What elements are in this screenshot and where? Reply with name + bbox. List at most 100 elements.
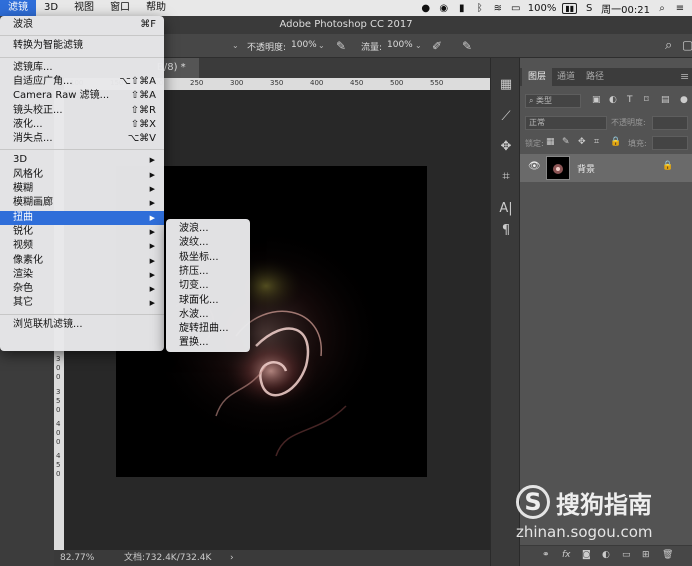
adjustment-filter-icon[interactable]: ◐ xyxy=(609,95,617,105)
opacity-dropdown-chevron-icon[interactable]: ⌄ xyxy=(318,41,325,50)
lock-position-icon[interactable]: ✥ xyxy=(578,137,586,147)
filter-menu-item[interactable]: 波浪 ⌘F xyxy=(0,18,164,32)
mode-dropdown-chevron-icon[interactable]: ⌄ xyxy=(232,41,239,50)
menu-window[interactable]: 窗口 xyxy=(102,0,138,16)
microphone-icon[interactable]: ▮ xyxy=(456,3,468,14)
link-layers-icon[interactable]: ⚭ xyxy=(542,550,550,560)
filter-kind-label: 类型 xyxy=(536,96,553,105)
filter-menu-item[interactable]: 模糊 ▶ xyxy=(0,182,164,196)
input-method-icon[interactable]: S xyxy=(583,3,595,14)
distort-submenu-item[interactable]: 水波... xyxy=(166,308,250,322)
filter-menu-item[interactable]: 视频 ▶ xyxy=(0,239,164,253)
filter-toggle-icon[interactable]: ● xyxy=(680,95,688,105)
layer-row[interactable]: 👁 背景 🔒 xyxy=(520,154,692,182)
filter-menu-item[interactable]: Camera Raw 滤镜... ⇧⌘A xyxy=(0,89,164,103)
wechat-icon[interactable]: ◉ xyxy=(438,3,450,14)
filter-menu-item[interactable]: 模糊画廊 ▶ xyxy=(0,196,164,210)
filter-menu-item[interactable]: 其它 ▶ xyxy=(0,296,164,310)
filter-menu-item[interactable]: 自适应广角... ⌥⇧⌘A xyxy=(0,75,164,89)
status-menu-chevron-icon[interactable]: › xyxy=(230,550,234,566)
search-icon[interactable]: ⌕ xyxy=(665,38,672,53)
qq-icon[interactable]: ● xyxy=(420,3,432,14)
filter-menu-item[interactable]: 锐化 ▶ xyxy=(0,225,164,239)
layer-opacity-input[interactable] xyxy=(652,116,688,130)
distort-submenu-item[interactable]: 球面化... xyxy=(166,294,250,308)
lock-artboard-icon[interactable]: ⌗ xyxy=(594,137,599,147)
eye-visibility-icon[interactable]: 👁 xyxy=(528,161,541,172)
menu-filter[interactable]: 滤镜 xyxy=(0,0,36,16)
lock-transparent-icon[interactable]: ▦ xyxy=(546,137,555,147)
layer-thumbnail-art xyxy=(553,164,563,174)
tab-channels[interactable]: 通道 xyxy=(557,68,575,86)
flow-dropdown-chevron-icon[interactable]: ⌄ xyxy=(415,41,422,50)
lock-all-icon[interactable]: 🔒 xyxy=(610,137,621,147)
opacity-input[interactable]: 100% xyxy=(288,38,317,54)
type-filter-icon[interactable]: T xyxy=(627,95,633,105)
filter-menu-item[interactable]: 转换为智能滤镜 xyxy=(0,39,164,53)
notification-center-icon[interactable]: ≡ xyxy=(674,3,686,14)
layer-thumbnail xyxy=(546,156,570,180)
distort-submenu-item[interactable]: 波纹... xyxy=(166,236,250,250)
airplay-icon[interactable]: ▭ xyxy=(510,3,522,14)
battery-icon[interactable]: ▮▮ xyxy=(562,2,578,14)
smart-object-filter-icon[interactable]: ▤ xyxy=(661,95,670,105)
filter-menu-item[interactable]: 滤镜库... xyxy=(0,61,164,75)
filter-menu-item[interactable]: 3D ▶ xyxy=(0,153,164,167)
flow-input[interactable]: 100% xyxy=(384,38,413,54)
wifi-icon[interactable]: ≋ xyxy=(492,3,504,14)
zoom-level[interactable]: 82.77% xyxy=(60,550,94,566)
adjustment-layer-icon[interactable]: ◐ xyxy=(602,550,610,560)
bluetooth-icon[interactable]: ᛒ xyxy=(474,3,486,14)
fill-label: 填充: xyxy=(628,139,647,148)
distort-submenu-item[interactable]: 挤压... xyxy=(166,265,250,279)
filter-menu-item[interactable]: 渲染 ▶ xyxy=(0,268,164,282)
tab-layers[interactable]: 图层 xyxy=(522,68,553,86)
panel-menu-icon[interactable]: ≡ xyxy=(680,68,689,86)
filter-menu-item[interactable]: 消失点... ⌥⌘V xyxy=(0,132,164,146)
layer-style-icon[interactable]: fx xyxy=(562,550,571,560)
layer-filter-kind[interactable]: ⌕ 类型 xyxy=(525,94,581,108)
filter-menu-item[interactable]: 像素化 ▶ xyxy=(0,254,164,268)
opacity-label: 不透明度: xyxy=(611,118,646,127)
airbrush-icon[interactable]: ✐ xyxy=(432,39,442,53)
workspace-icon[interactable]: ▢ xyxy=(682,38,692,52)
character-icon[interactable]: A| xyxy=(491,198,521,220)
layer-lock-icon[interactable]: 🔒 xyxy=(662,161,673,171)
pixel-filter-icon[interactable]: ▣ xyxy=(592,95,601,105)
paragraph-icon[interactable]: ¶ xyxy=(491,220,521,242)
new-layer-icon[interactable]: ⊞ xyxy=(642,550,650,560)
distort-submenu-item[interactable]: 切变... xyxy=(166,279,250,293)
clock[interactable]: 周一00:21 xyxy=(601,1,650,16)
pressure-opacity-icon[interactable]: ✎ xyxy=(336,39,346,53)
distort-submenu-item[interactable]: 极坐标... xyxy=(166,251,250,265)
menu-help[interactable]: 帮助 xyxy=(138,0,174,16)
layer-fill-input[interactable] xyxy=(652,136,688,150)
distort-submenu-item[interactable]: 旋转扭曲... xyxy=(166,322,250,336)
shape-filter-icon[interactable]: ⌑ xyxy=(644,95,649,105)
menu-view[interactable]: 视图 xyxy=(66,0,102,16)
lock-image-icon[interactable]: ✎ xyxy=(562,137,570,147)
battery-percent: 100% xyxy=(527,2,557,14)
blend-mode-select[interactable]: 正常 xyxy=(525,116,607,130)
brush-settings-icon[interactable]: ⟋ xyxy=(491,106,521,128)
libraries-icon[interactable]: ▦ xyxy=(491,74,521,96)
distort-submenu-item[interactable]: 波浪... xyxy=(166,222,250,236)
menu-3d[interactable]: 3D xyxy=(36,0,66,16)
clone-source-icon[interactable]: ✥ xyxy=(491,136,521,158)
pressure-size-icon[interactable]: ✎ xyxy=(462,39,472,53)
group-icon[interactable]: ▭ xyxy=(622,550,631,560)
crop-icon[interactable]: ⌗ xyxy=(491,166,521,188)
spotlight-search-icon[interactable]: ⌕ xyxy=(656,3,668,14)
menu-item-shortcut: ⇧⌘X xyxy=(130,118,156,130)
filter-menu-item[interactable]: 扭曲 ▶ xyxy=(0,210,164,225)
filter-menu-item[interactable]: 浏览联机滤镜... xyxy=(0,318,164,332)
delete-layer-icon[interactable]: 🗑 xyxy=(662,550,673,560)
filter-menu-item[interactable]: 液化... ⇧⌘X xyxy=(0,118,164,132)
filter-menu-item[interactable]: 杂色 ▶ xyxy=(0,282,164,296)
layer-name[interactable]: 背景 xyxy=(577,162,595,175)
filter-menu-item[interactable]: 镜头校正... ⇧⌘R xyxy=(0,104,164,118)
tab-paths[interactable]: 路径 xyxy=(586,68,604,86)
distort-submenu-item[interactable]: 置换... xyxy=(166,336,250,350)
layer-mask-icon[interactable]: ◙ xyxy=(582,550,591,560)
filter-menu-item[interactable]: 风格化 ▶ xyxy=(0,168,164,182)
